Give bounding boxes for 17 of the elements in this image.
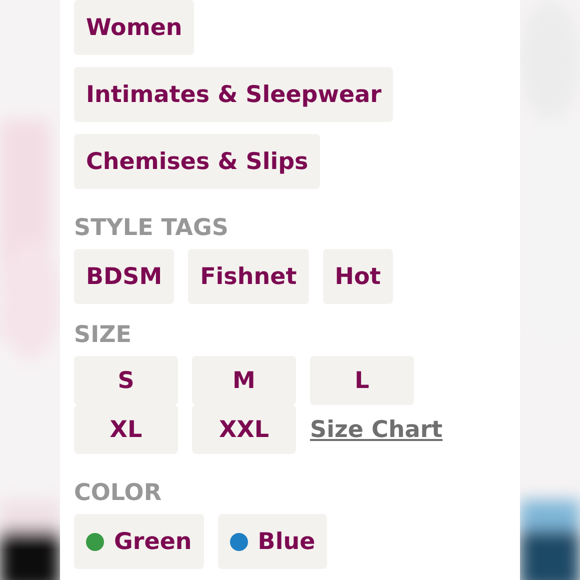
size-option[interactable]: M [192,356,296,405]
size-option[interactable]: S [74,356,178,405]
category-chip[interactable]: Chemises & Slips [74,134,320,189]
color-chip[interactable]: Green [74,514,204,569]
category-chip[interactable]: Women [74,0,194,55]
style-tag[interactable]: Hot [322,249,393,304]
section-label: SIZE [74,322,133,348]
section-label: COLOR [74,480,163,506]
size-chart-link[interactable]: Size Chart [310,416,443,442]
style-tag[interactable]: BDSM [74,249,174,304]
size-option[interactable]: XXL [192,405,296,454]
size-option[interactable]: L [310,356,414,405]
section-label: STYLE TAGS [74,215,230,241]
style-tag[interactable]: Fishnet [188,249,309,304]
color-chip[interactable]: Blue [218,514,328,569]
category-chip[interactable]: Intimates & Sleepwear [74,67,394,122]
size-option[interactable]: XL [74,405,178,454]
